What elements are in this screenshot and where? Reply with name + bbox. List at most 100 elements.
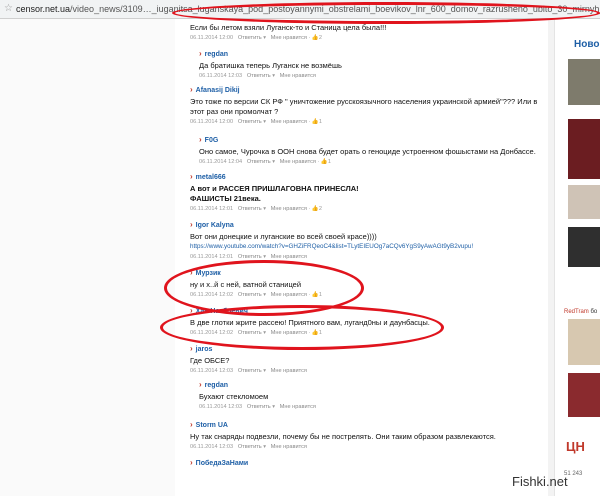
author-name[interactable]: Afanasij Dikij	[196, 87, 240, 94]
comment-meta: 06.11.2014 12:03 Ответить ▾ Мне нравится	[199, 404, 316, 410]
reply-arrow-icon: ›	[199, 135, 202, 144]
right-sidebar: Ново RedTram бо ЦН 51 243	[562, 19, 600, 496]
comment-meta: 06.11.2014 12:03 Ответить ▾ Мне нравится	[190, 444, 307, 450]
comment-meta: 06.11.2014 12:01 Ответить ▾ Мне нравится	[190, 254, 307, 260]
like-link[interactable]: Мне нравится	[271, 35, 307, 41]
comment-text: Оно самое, Чурочка в ООН снова будет ора…	[199, 147, 536, 156]
ad-image-bracelet[interactable]	[568, 319, 600, 365]
reply-arrow-icon: ›	[190, 420, 193, 429]
reply-link[interactable]: Ответить	[247, 73, 271, 79]
vote-count: 2	[318, 35, 322, 41]
comment-meta: 06.11.2014 12:01 Ответить ▾ Мне нравится…	[190, 206, 322, 212]
comment-date: 06.11.2014 12:03	[190, 444, 234, 450]
author-name[interactable]: F0G	[205, 137, 219, 144]
redtram-label[interactable]: RedTram бо	[564, 309, 597, 315]
comment-date: 06.11.2014 12:03	[199, 73, 243, 79]
reply-arrow-icon: ›	[190, 220, 193, 229]
comment-author[interactable]: › Storm UA	[190, 420, 530, 429]
comment-date: 06.11.2014 12:03	[190, 368, 234, 374]
comment-author[interactable]: › regdan	[199, 49, 342, 58]
bookmark-star-icon[interactable]: ☆	[4, 0, 13, 18]
comment-author[interactable]: › Igor Kalyna	[190, 220, 530, 229]
comment-text: Да братишка теперь Луганск не возмёшь	[199, 61, 342, 70]
ad-image-watch[interactable]	[568, 185, 600, 219]
like-link[interactable]: Мне нравится	[271, 368, 307, 374]
comment: › metal666 А вот и РАССЕЯ ПРИШЛАГОВНА ПРИ…	[190, 172, 365, 212]
cn-logo[interactable]: ЦН	[566, 439, 585, 454]
author-name[interactable]: Storm UA	[196, 422, 228, 429]
reply-arrow-icon: ›	[190, 172, 193, 181]
thumb-up-icon[interactable]: 👍	[312, 206, 319, 212]
comment-text: Если бы летом взяли Луганск-то и Станица…	[190, 23, 387, 32]
vote-count: 1	[318, 119, 322, 125]
reply-arrow-icon: ›	[190, 344, 193, 353]
author-name[interactable]: metal666	[196, 174, 226, 181]
comment-meta: 06.11.2014 12:03 Ответить ▾ Мне нравится	[190, 368, 307, 374]
vote-count: 1	[327, 159, 331, 165]
comment-text: Бухают стекломоем	[199, 392, 269, 401]
comment-text: А вот и РАССЕЯ ПРИШЛАГОВНА ПРИНЕСЛА! ФАШ…	[190, 184, 359, 203]
ad-image-wallet[interactable]	[568, 373, 600, 417]
comment-date: 06.11.2014 12:03	[199, 404, 243, 410]
author-name[interactable]: Igor Kalyna	[196, 222, 234, 229]
comment-author[interactable]: › F0G	[199, 135, 536, 144]
comment-date: 06.11.2014 12:00	[190, 35, 234, 41]
comment-text: Ну так снаряды подвезли, почему бы не по…	[190, 432, 496, 441]
comment-date: 06.11.2014 12:04	[199, 159, 243, 165]
thumb-up-icon[interactable]: 👍	[312, 119, 319, 125]
author-name[interactable]: regdan	[205, 51, 228, 58]
thumb-up-icon[interactable]: 👍	[312, 35, 319, 41]
left-margin	[0, 19, 175, 496]
comment: › regdan Да братишка теперь Луганск не во…	[199, 49, 342, 79]
comment-meta: 06.11.2014 12:00 Ответить ▾ Мне нравится…	[190, 119, 322, 125]
ad-image-hat[interactable]	[568, 119, 600, 179]
comment-meta: 06.11.2014 12:03 Ответить ▾ Мне нравится	[199, 73, 316, 79]
comment-author[interactable]: › metal666	[190, 172, 365, 181]
reply-link[interactable]: Ответить	[238, 368, 262, 374]
comment: › Igor Kalyna Вот они донецкие и лугански…	[190, 220, 530, 260]
like-link[interactable]: Мне нравится	[271, 206, 307, 212]
highlight-oval-url	[172, 2, 600, 24]
reply-link[interactable]: Ответить	[238, 119, 262, 125]
comment: › F0G Оно самое, Чурочка в ООН снова буде…	[199, 135, 536, 165]
comment-author[interactable]: › Afanasij Dikij	[190, 85, 545, 94]
youtube-link[interactable]: https://www.youtube.com/watch?v=GHZiFRQe…	[190, 242, 530, 252]
comment-author[interactable]: › ПобедаЗаНами	[190, 458, 248, 467]
comment: › Storm UA Ну так снаряды подвезли, почем…	[190, 420, 530, 450]
reply-arrow-icon: ›	[199, 380, 202, 389]
comment-date: 06.11.2014 12:01	[190, 254, 234, 260]
watermark: Fishki.net	[512, 474, 568, 489]
author-name[interactable]: ПобедаЗаНами	[196, 460, 249, 467]
like-link[interactable]: Мне нравится	[271, 444, 307, 450]
like-link[interactable]: Мне нравится	[280, 73, 316, 79]
comment-date: 06.11.2014 12:01	[190, 206, 234, 212]
author-name[interactable]: jaros	[196, 346, 213, 353]
comment-meta: 06.11.2014 12:00 Ответить ▾ Мне нравится…	[190, 35, 322, 41]
reply-link[interactable]: Ответить	[247, 159, 271, 165]
like-link[interactable]: Мне нравится	[280, 404, 316, 410]
author-name[interactable]: regdan	[205, 382, 228, 389]
news-heading[interactable]: Ново	[574, 39, 599, 50]
comment: › ПобедаЗаНами	[190, 458, 248, 467]
comment-text: Это тоже по версии СК РФ " уничтожение р…	[190, 97, 538, 116]
comment-author[interactable]: › regdan	[199, 380, 316, 389]
ad-image-watch-black[interactable]	[568, 227, 600, 267]
like-link[interactable]: Мне нравится	[271, 254, 307, 260]
news-thumbnail[interactable]	[568, 59, 600, 105]
column-divider	[554, 19, 555, 496]
comment: › Afanasij Dikij Это тоже по версии СК РФ…	[190, 85, 545, 125]
like-link[interactable]: Мне нравится	[271, 119, 307, 125]
comment-text: Вот они донецкие и луганские во всей сво…	[190, 232, 377, 241]
reply-link[interactable]: Ответить	[238, 35, 262, 41]
like-link[interactable]: Мне нравится	[280, 159, 316, 165]
reply-link[interactable]: Ответить	[238, 444, 262, 450]
highlight-oval-comment	[160, 305, 444, 350]
reply-link[interactable]: Ответить	[247, 404, 271, 410]
thumb-up-icon[interactable]: 👍	[321, 159, 328, 165]
reply-arrow-icon: ›	[190, 85, 193, 94]
page-content: Если бы летом взяли Луганск-то и Станица…	[0, 19, 600, 496]
comment: › regdan Бухают стекломоем 06.11.2014 12:…	[199, 380, 316, 410]
reply-link[interactable]: Ответить	[238, 206, 262, 212]
comment: Если бы летом взяли Луганск-то и Станица…	[190, 23, 386, 41]
url-domain: censor.net.ua	[16, 4, 71, 14]
